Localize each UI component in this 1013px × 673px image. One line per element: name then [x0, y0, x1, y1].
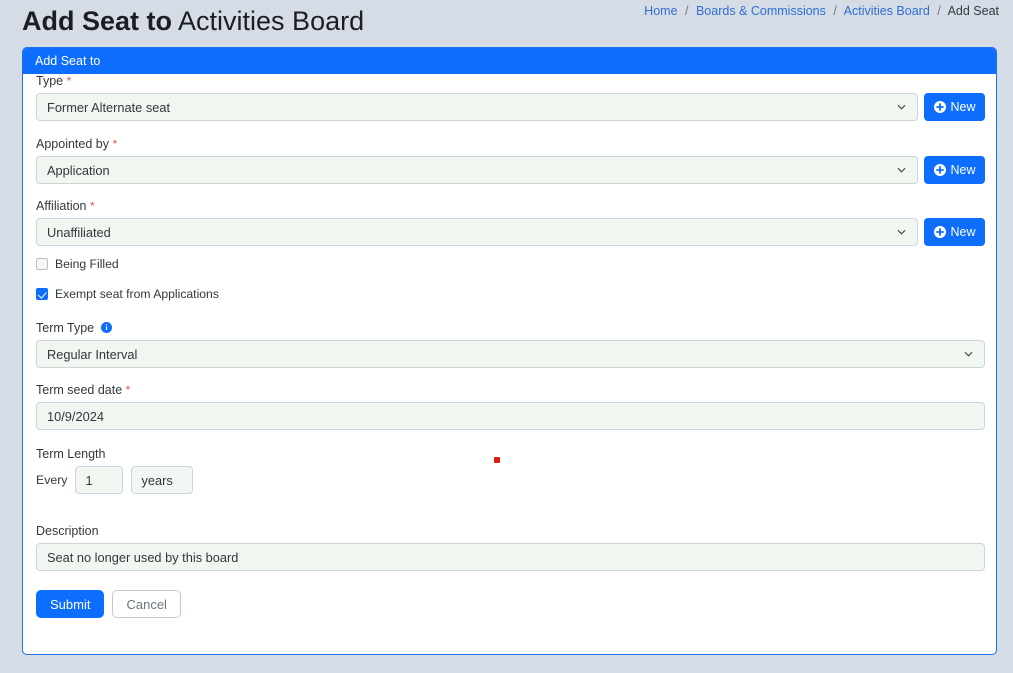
required-asterisk: * — [112, 137, 118, 151]
card-header-title: Add Seat to — [35, 54, 101, 68]
label-term-length: Term Length — [36, 447, 106, 461]
chevron-down-icon — [897, 166, 906, 175]
input-term-seed-date[interactable]: 10/9/2024 — [36, 402, 985, 430]
page-header: Add Seat to Activities Board Home / Boar… — [0, 0, 1013, 44]
new-appointed-by-button[interactable]: New — [924, 156, 985, 184]
checkbox-exempt-seat[interactable] — [36, 288, 48, 300]
new-affiliation-button-label: New — [950, 225, 976, 239]
select-term-type-value: Regular Interval — [47, 346, 138, 362]
new-type-button-label: New — [950, 100, 976, 114]
add-seat-card: Add Seat to Type * Former Alternate seat — [22, 47, 997, 655]
control-row-type: Former Alternate seat New — [36, 93, 985, 121]
page-title: Add Seat to Activities Board — [22, 6, 364, 37]
checkbox-being-filled[interactable] — [36, 258, 48, 270]
info-circle-icon[interactable] — [100, 322, 112, 333]
new-type-button[interactable]: New — [924, 93, 985, 121]
label-appointed-by: Appointed by * — [36, 137, 985, 152]
plus-circle-icon — [933, 164, 946, 176]
label-description: Description — [36, 524, 99, 538]
field-group-description: Description Seat no longer used by this … — [36, 524, 985, 571]
card-body: Type * Former Alternate seat New Appoint… — [23, 74, 996, 654]
chevron-down-icon — [897, 103, 906, 112]
control-row-affiliation: Unaffiliated New — [36, 218, 985, 246]
input-term-seed-date-value: 10/9/2024 — [47, 408, 104, 424]
field-group-term-type: Term Type Regular Interval — [36, 321, 985, 368]
input-term-length-amount[interactable]: 1 — [75, 466, 124, 494]
term-length-every-label: Every — [36, 473, 68, 487]
select-affiliation[interactable]: Unaffiliated — [36, 218, 919, 246]
field-group-appointed-by: Appointed by * Application New — [36, 137, 985, 184]
cancel-button[interactable]: Cancel — [112, 590, 181, 618]
term-length-row: Every 1 years — [36, 466, 194, 494]
input-term-length-amount-value: 1 — [85, 472, 93, 488]
label-term-seed-date-text: Term seed date — [36, 383, 123, 397]
form-actions: Submit Cancel — [36, 590, 181, 618]
input-description-value: Seat no longer used by this board — [47, 549, 239, 565]
breadcrumb-separator: / — [833, 4, 837, 18]
checkbox-being-filled-label: Being Filled — [55, 257, 119, 271]
label-term-seed-date: Term seed date * — [36, 383, 985, 398]
checkbox-row-exempt-seat[interactable]: Exempt seat from Applications — [36, 287, 219, 301]
field-group-type: Type * Former Alternate seat New — [36, 74, 985, 121]
required-asterisk: * — [89, 199, 95, 213]
required-asterisk: * — [66, 74, 72, 88]
card-header: Add Seat to — [23, 48, 996, 74]
plus-circle-icon — [933, 226, 946, 238]
page-root: Add Seat to Activities Board Home / Boar… — [0, 0, 1013, 673]
select-term-length-unit-value: years — [141, 472, 173, 488]
select-affiliation-value: Unaffiliated — [47, 224, 111, 240]
select-type-value: Former Alternate seat — [47, 99, 171, 115]
field-group-term-seed-date: Term seed date * 10/9/2024 — [36, 383, 985, 430]
chevron-down-icon — [897, 228, 906, 237]
label-type-text: Type — [36, 74, 64, 88]
select-appointed-by-value: Application — [47, 162, 110, 178]
breadcrumb: Home / Boards & Commissions / Activities… — [644, 4, 999, 18]
select-appointed-by[interactable]: Application — [36, 156, 919, 184]
select-type[interactable]: Former Alternate seat — [36, 93, 919, 121]
select-term-type[interactable]: Regular Interval — [36, 340, 985, 368]
new-appointed-by-button-label: New — [950, 163, 976, 177]
breadcrumb-item-home[interactable]: Home — [644, 4, 677, 18]
label-term-type-text: Term Type — [36, 321, 95, 335]
label-type: Type * — [36, 74, 985, 89]
checkbox-row-being-filled[interactable]: Being Filled — [36, 257, 119, 271]
page-title-strong: Add Seat to — [22, 6, 173, 36]
breadcrumb-item-activities-board[interactable]: Activities Board — [844, 4, 930, 18]
chevron-down-icon — [964, 350, 973, 359]
submit-button[interactable]: Submit — [36, 590, 105, 618]
new-affiliation-button[interactable]: New — [924, 218, 985, 246]
input-description[interactable]: Seat no longer used by this board — [36, 543, 985, 571]
plus-circle-icon — [933, 101, 946, 113]
label-affiliation-text: Affiliation — [36, 199, 87, 213]
control-row-appointed-by: Application New — [36, 156, 985, 184]
label-appointed-by-text: Appointed by — [36, 137, 109, 151]
field-group-term-length: Term Length Every 1 years — [36, 447, 194, 494]
select-term-length-unit[interactable]: years — [131, 466, 194, 494]
breadcrumb-item-add-seat: Add Seat — [947, 4, 999, 18]
required-asterisk: * — [125, 383, 131, 397]
label-term-type: Term Type — [36, 321, 985, 336]
label-affiliation: Affiliation * — [36, 199, 985, 214]
page-title-light: Activities Board — [178, 6, 365, 36]
breadcrumb-item-boards-commissions[interactable]: Boards & Commissions — [696, 4, 826, 18]
breadcrumb-separator: / — [937, 4, 941, 18]
checkbox-exempt-seat-label: Exempt seat from Applications — [55, 287, 219, 301]
breadcrumb-separator: / — [685, 4, 689, 18]
field-group-affiliation: Affiliation * Unaffiliated New — [36, 199, 985, 246]
